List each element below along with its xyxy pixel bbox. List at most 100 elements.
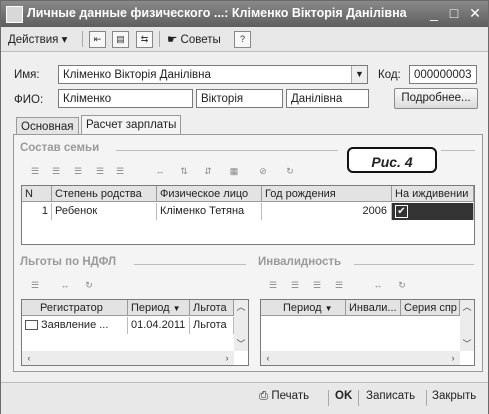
- print-button[interactable]: ⎙ Печать: [259, 390, 309, 403]
- maximize-button[interactable]: □: [446, 4, 462, 22]
- actions-menu-label: Действия: [8, 34, 59, 46]
- name-value: Кліменко Вікторія Данілівна: [63, 69, 211, 81]
- sort-ascending-icon[interactable]: ⇅: [177, 164, 191, 178]
- column-header-relation[interactable]: Степень родства: [52, 186, 157, 202]
- table-row[interactable]: 1 Ребенок Кліменко Тетяна 2006 ✔: [22, 203, 474, 220]
- section-divider: [116, 150, 338, 151]
- column-header-period[interactable]: Период ▼: [128, 300, 190, 316]
- family-table: N Степень родства Физическое лицо Год ро…: [21, 185, 475, 245]
- help-icon[interactable]: ?: [234, 31, 251, 48]
- refresh-icon[interactable]: ↻: [395, 278, 409, 292]
- cell-benefit: Льгота: [190, 317, 234, 334]
- cell-person: Кліменко Тетяна: [157, 203, 262, 220]
- ok-button[interactable]: OK: [335, 390, 352, 402]
- printer-icon: ⎙: [259, 390, 269, 402]
- column-header-certificate-series[interactable]: Серия спр: [401, 300, 460, 316]
- column-header-dependent[interactable]: На иждивении: [392, 186, 474, 202]
- horizontal-scrollbar[interactable]: ‹ ›: [261, 351, 460, 365]
- edit-row-icon[interactable]: ☰: [71, 164, 85, 178]
- window-icon: [6, 6, 23, 23]
- ndfl-section-title: Льготы по НДФЛ: [20, 256, 117, 268]
- scroll-left-icon[interactable]: ‹: [261, 351, 275, 365]
- delete-row-icon[interactable]: ☰: [93, 164, 107, 178]
- column-header-period-label: Период: [131, 302, 170, 314]
- scroll-right-icon[interactable]: ›: [446, 351, 460, 365]
- details-button[interactable]: Подробнее...: [394, 88, 478, 109]
- first-name-field[interactable]: Вікторія: [196, 89, 283, 108]
- close-button[interactable]: Закрыть: [432, 390, 476, 402]
- sort-descending-icon[interactable]: ⇵: [201, 164, 215, 178]
- toolbar-separator: [82, 31, 83, 47]
- title-bar[interactable]: Личные данные физического ...: Кліменко …: [1, 1, 488, 27]
- column-header-n[interactable]: N: [22, 186, 52, 202]
- cell-registrar: Заявление ...: [22, 317, 128, 334]
- checkbox-checked-icon[interactable]: ✔: [395, 205, 408, 218]
- toolbar-separator: [358, 390, 359, 406]
- add-row-icon[interactable]: ☰: [28, 164, 42, 178]
- cell-birth-year: 2006: [262, 203, 392, 220]
- add-row-icon[interactable]: ☰: [266, 278, 280, 292]
- column-header-disability-group[interactable]: Инвали...: [346, 300, 401, 316]
- copy-row-icon[interactable]: ☰: [49, 164, 63, 178]
- document-icon: [25, 320, 38, 331]
- surname-field[interactable]: Кліменко: [58, 89, 193, 108]
- bottom-bar: ⎙ Печать OK Записать Закрыть: [1, 382, 488, 414]
- save-button[interactable]: Записать: [366, 390, 415, 402]
- scroll-down-icon[interactable]: ﹀: [460, 337, 474, 351]
- tips-button[interactable]: ☛ Советы: [167, 32, 221, 46]
- column-header-disability-period[interactable]: Период ▼: [261, 300, 346, 316]
- actions-menu[interactable]: Действия ▾: [8, 32, 67, 46]
- vertical-scrollbar[interactable]: ︿ ﹀: [234, 300, 248, 351]
- scroll-up-icon[interactable]: ︿: [460, 300, 474, 314]
- horizontal-scrollbar[interactable]: ‹ ›: [22, 351, 234, 365]
- delete-row-icon[interactable]: ☰: [332, 278, 346, 292]
- structure-icon[interactable]: ⇆: [136, 31, 153, 48]
- copy-row-icon[interactable]: ☰: [288, 278, 302, 292]
- refresh-icon[interactable]: ↻: [82, 278, 96, 292]
- scroll-right-icon[interactable]: ›: [220, 351, 234, 365]
- table-row[interactable]: Заявление ... 01.04.2011 Льгота: [22, 317, 234, 334]
- tab-payroll[interactable]: Расчет зарплаты: [81, 115, 182, 136]
- column-header-birth-year[interactable]: Год рождения: [262, 186, 392, 202]
- back-icon[interactable]: ⇤: [89, 31, 106, 48]
- chevron-down-icon: ▾: [61, 34, 68, 46]
- cell-dependent[interactable]: ✔: [392, 203, 474, 220]
- patronymic-field[interactable]: Данілівна: [286, 89, 369, 108]
- figure-callout: Рис. 4: [347, 147, 437, 173]
- name-field[interactable]: Кліменко Вікторія Данілівна ▼: [58, 65, 368, 84]
- clear-filter-icon[interactable]: ⊘: [256, 164, 270, 178]
- disability-table: Период ▼ Инвали... Серия спр ︿ ﹀ ‹ ›: [260, 299, 475, 366]
- disability-section-title: Инвалидность: [258, 256, 342, 268]
- print-label: Печать: [271, 390, 310, 402]
- dialog-window: Личные данные физического ...: Кліменко …: [0, 0, 489, 414]
- filter-menu-icon[interactable]: ▦: [227, 164, 241, 178]
- end-edit-icon[interactable]: ☰: [113, 164, 127, 178]
- column-header-disability-period-label: Период: [283, 302, 322, 314]
- link-icon[interactable]: ↔: [371, 278, 385, 292]
- cell-period: 01.04.2011: [128, 317, 190, 334]
- chevron-down-icon: ▼: [324, 304, 333, 313]
- minimize-button[interactable]: _: [426, 4, 442, 22]
- refresh-icon[interactable]: ↻: [283, 164, 297, 178]
- toolbar-separator: [426, 390, 427, 406]
- vertical-scrollbar[interactable]: ︿ ﹀: [460, 300, 474, 351]
- scroll-up-icon[interactable]: ︿: [234, 300, 248, 314]
- close-window-button[interactable]: ✕: [467, 4, 483, 22]
- column-header-benefit[interactable]: Льгота: [190, 300, 234, 316]
- add-row-icon[interactable]: ☰: [28, 278, 42, 292]
- scroll-down-icon[interactable]: ﹀: [234, 337, 248, 351]
- edit-row-icon[interactable]: ☰: [310, 278, 324, 292]
- link-icon[interactable]: ↔: [58, 278, 72, 292]
- column-header-registrar[interactable]: Регистратор: [22, 300, 128, 316]
- cell-registrar-text: Заявление ...: [41, 319, 109, 331]
- toolbar-separator: [159, 31, 160, 47]
- scroll-left-icon[interactable]: ‹: [22, 351, 36, 365]
- link-icon[interactable]: ↔: [153, 164, 167, 178]
- cell-n: 1: [22, 203, 52, 220]
- window-title: Личные данные физического ...: Кліменко …: [27, 6, 407, 20]
- chevron-down-icon[interactable]: ▼: [351, 66, 367, 83]
- document-icon[interactable]: ▤: [112, 31, 129, 48]
- tips-icon: ☛: [167, 34, 178, 46]
- code-field[interactable]: 000000003: [409, 65, 477, 84]
- column-header-person[interactable]: Физическое лицо: [157, 186, 262, 202]
